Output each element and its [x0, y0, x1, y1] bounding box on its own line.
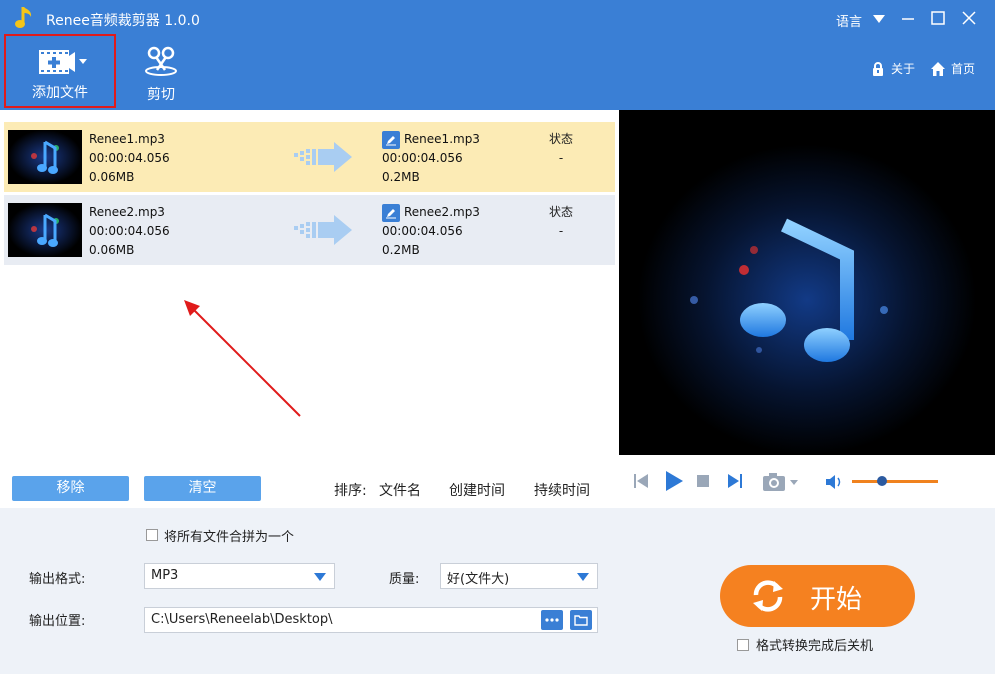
output-file-name: Renee1.mp3	[404, 132, 480, 146]
file-thumbnail	[8, 130, 82, 184]
quality-label: 质量:	[389, 572, 420, 587]
about-link[interactable]: 关于	[870, 60, 915, 77]
refresh-icon	[753, 580, 783, 612]
maximize-icon	[931, 11, 945, 25]
window-title: Renee音频裁剪器 1.0.0	[46, 13, 200, 29]
edit-name-icon[interactable]	[382, 203, 400, 222]
output-file-info: Renee1.mp3 00:00:04.056 0.2MB	[382, 130, 480, 187]
output-file-info: Renee2.mp3 00:00:04.056 0.2MB	[382, 203, 480, 260]
music-note-icon	[8, 203, 82, 257]
shutdown-after-label: 格式转换完成后关机	[756, 639, 874, 654]
source-file-name: Renee2.mp3	[89, 205, 165, 219]
previous-icon[interactable]	[633, 472, 649, 490]
home-icon	[931, 61, 945, 76]
open-folder-button[interactable]	[570, 610, 592, 630]
quality-select[interactable]: 好(文件大)	[440, 563, 598, 589]
file-row[interactable]: Renee2.mp3 00:00:04.056 0.06MB Renee2.mp…	[4, 195, 615, 265]
output-location-label: 输出位置:	[29, 614, 86, 629]
language-dropdown-icon[interactable]	[872, 14, 886, 24]
preview-area	[619, 110, 995, 455]
add-video-file-icon	[39, 50, 87, 74]
status-value: -	[558, 151, 564, 165]
file-list-panel: Renee1.mp3 00:00:04.056 0.06MB Renee1.mp…	[0, 110, 619, 508]
quality-value: 好(文件大)	[447, 572, 510, 587]
music-note-icon	[619, 110, 995, 455]
convert-arrow-icon	[294, 215, 352, 245]
output-format-value: MP3	[151, 568, 179, 583]
play-icon[interactable]	[664, 470, 684, 492]
cut-label: 剪切	[147, 87, 175, 103]
next-icon[interactable]	[727, 472, 743, 490]
output-file-name: Renee2.mp3	[404, 205, 480, 219]
file-thumbnail	[8, 203, 82, 257]
stop-icon[interactable]	[697, 475, 709, 487]
scissors-icon	[145, 46, 177, 76]
screenshot-camera-icon[interactable]	[761, 471, 801, 493]
browse-more-button[interactable]	[541, 610, 563, 630]
source-file-size: 0.06MB	[89, 170, 135, 184]
remove-button[interactable]: 移除	[12, 476, 129, 501]
source-file-info: Renee1.mp3 00:00:04.056 0.06MB	[89, 130, 170, 187]
merge-files-checkbox[interactable]	[146, 529, 158, 541]
app-logo-icon	[15, 7, 32, 28]
close-button[interactable]	[959, 8, 979, 28]
shutdown-after-checkbox[interactable]	[737, 639, 749, 651]
output-format-label: 输出格式:	[29, 572, 86, 587]
output-file-duration: 00:00:04.056	[382, 224, 463, 238]
status-label: 状态	[548, 205, 573, 219]
toolbar: 添加文件 剪切 关于 首页	[0, 34, 995, 110]
close-icon	[962, 11, 976, 25]
source-file-name: Renee1.mp3	[89, 132, 165, 146]
volume-icon[interactable]	[824, 473, 844, 491]
merge-files-label: 将所有文件合拼为一个	[164, 530, 295, 545]
source-file-size: 0.06MB	[89, 243, 135, 257]
sort-label: 排序:	[334, 483, 367, 499]
status-label: 状态	[548, 132, 573, 146]
chevron-down-icon	[314, 573, 326, 581]
lock-icon	[873, 61, 883, 76]
source-file-duration: 00:00:04.056	[89, 224, 170, 238]
convert-arrow-icon	[294, 142, 352, 172]
status-value: -	[558, 224, 564, 238]
language-menu[interactable]: 语言	[836, 11, 862, 30]
volume-slider-track[interactable]	[852, 480, 938, 483]
edit-name-icon[interactable]	[382, 130, 400, 149]
chevron-down-icon	[577, 573, 589, 581]
output-location-field[interactable]: C:\Users\Reneelab\Desktop\	[144, 607, 598, 633]
source-file-duration: 00:00:04.056	[89, 151, 170, 165]
output-file-duration: 00:00:04.056	[382, 151, 463, 165]
output-location-value: C:\Users\Reneelab\Desktop\	[151, 612, 333, 627]
output-settings-panel: 将所有文件合拼为一个 输出格式: MP3 质量: 好(文件大) 输出位置: C:…	[0, 508, 995, 674]
status-column: 状态 -	[540, 203, 582, 241]
source-file-info: Renee2.mp3 00:00:04.056 0.06MB	[89, 203, 170, 260]
clear-button[interactable]: 清空	[144, 476, 261, 501]
add-file-label: 添加文件	[32, 85, 88, 101]
more-dots-icon	[545, 618, 559, 622]
home-link[interactable]: 首页	[930, 60, 975, 77]
file-row[interactable]: Renee1.mp3 00:00:04.056 0.06MB Renee1.mp…	[4, 122, 615, 192]
output-file-size: 0.2MB	[382, 243, 420, 257]
folder-icon	[574, 615, 588, 626]
status-column: 状态 -	[540, 130, 582, 168]
sort-by-duration[interactable]: 持续时间	[534, 480, 590, 500]
sort-by-filename[interactable]: 文件名	[379, 480, 421, 500]
cut-button[interactable]: 剪切	[126, 36, 196, 110]
player-controls	[619, 455, 995, 508]
minimize-button[interactable]	[898, 8, 918, 28]
add-file-button[interactable]: 添加文件	[4, 34, 116, 108]
sort-by-created-time[interactable]: 创建时间	[449, 480, 505, 500]
output-file-size: 0.2MB	[382, 170, 420, 184]
about-label: 关于	[891, 62, 916, 76]
volume-slider-knob[interactable]	[877, 476, 887, 486]
start-button[interactable]: 开始	[720, 565, 915, 627]
maximize-button[interactable]	[928, 8, 948, 28]
output-format-select[interactable]: MP3	[144, 563, 335, 589]
title-bar: Renee音频裁剪器 1.0.0 语言	[0, 0, 995, 36]
home-label: 首页	[951, 62, 976, 76]
music-note-icon	[8, 130, 82, 184]
start-label: 开始	[810, 585, 863, 615]
minimize-icon	[902, 18, 914, 20]
